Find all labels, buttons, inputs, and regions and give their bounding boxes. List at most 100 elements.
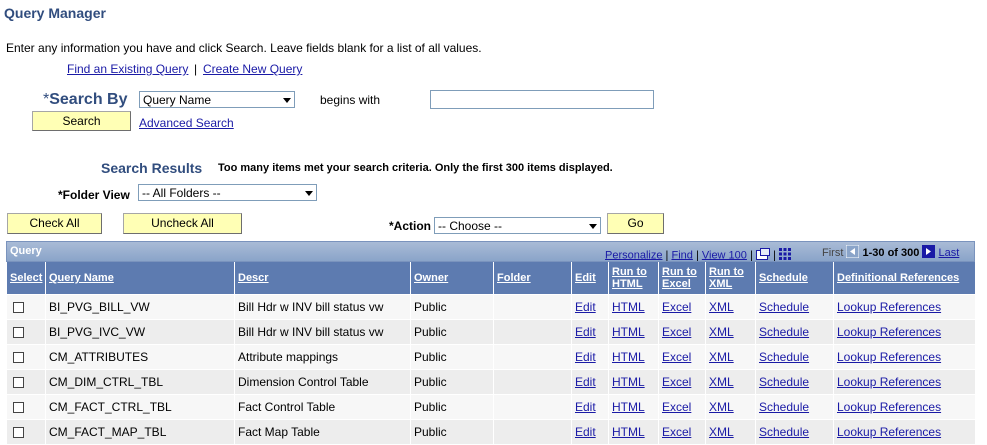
find-link[interactable]: Find	[671, 249, 692, 261]
lookup-references-link[interactable]: Lookup References	[837, 325, 941, 339]
descr-cell: Attribute mappings	[234, 344, 411, 370]
run-excel-link[interactable]: Excel	[662, 425, 691, 439]
create-new-query-link[interactable]: Create New Query	[203, 62, 302, 76]
page-title: Query Manager	[4, 5, 106, 21]
run-xml-link[interactable]: XML	[709, 350, 734, 364]
search-results-title: Search Results	[101, 160, 203, 176]
query-table: Select Query Name Descr Owner Folder Edi…	[6, 262, 976, 445]
run-html-link[interactable]: HTML	[612, 325, 645, 339]
run-xml-link[interactable]: XML	[709, 325, 734, 339]
run-html-link[interactable]: HTML	[612, 400, 645, 414]
col-schedule[interactable]: Schedule	[755, 262, 834, 295]
download-icon[interactable]	[755, 248, 770, 263]
go-button[interactable]: Go	[607, 213, 664, 234]
row-select-checkbox[interactable]	[12, 327, 24, 339]
lookup-references-link[interactable]: Lookup References	[837, 350, 941, 364]
col-owner[interactable]: Owner	[410, 262, 494, 295]
schedule-link[interactable]: Schedule	[759, 425, 809, 439]
run-html-link[interactable]: HTML	[612, 425, 645, 439]
col-descr[interactable]: Descr	[234, 262, 411, 295]
owner-cell: Public	[410, 294, 494, 320]
folder-cell	[493, 294, 572, 320]
edit-link[interactable]: Edit	[575, 425, 596, 439]
table-row: BI_PVG_IVC_VW Bill Hdr w INV bill status …	[6, 319, 976, 345]
advanced-search-link[interactable]: Advanced Search	[139, 116, 234, 130]
uncheck-all-button[interactable]: Uncheck All	[123, 213, 242, 234]
run-excel-link[interactable]: Excel	[662, 400, 691, 414]
row-select-checkbox[interactable]	[12, 402, 24, 414]
search-by-label: *Search By	[43, 91, 128, 109]
descr-cell: Dimension Control Table	[234, 369, 411, 395]
first-label: First	[822, 247, 844, 259]
schedule-link[interactable]: Schedule	[759, 350, 809, 364]
edit-link[interactable]: Edit	[575, 375, 596, 389]
run-html-link[interactable]: HTML	[612, 375, 645, 389]
edit-link[interactable]: Edit	[575, 325, 596, 339]
check-all-button[interactable]: Check All	[7, 213, 102, 234]
run-excel-link[interactable]: Excel	[662, 350, 691, 364]
col-definitional-references[interactable]: Definitional References	[833, 262, 976, 295]
schedule-link[interactable]: Schedule	[759, 375, 809, 389]
run-excel-link[interactable]: Excel	[662, 300, 691, 314]
run-xml-link[interactable]: XML	[709, 300, 734, 314]
row-select-checkbox[interactable]	[12, 427, 24, 439]
search-text-input[interactable]	[430, 90, 654, 109]
schedule-link[interactable]: Schedule	[759, 325, 809, 339]
search-button[interactable]: Search	[32, 111, 131, 131]
run-excel-link[interactable]: Excel	[662, 325, 691, 339]
edit-link[interactable]: Edit	[575, 350, 596, 364]
personalize-link[interactable]: Personalize	[605, 249, 662, 261]
page-range: 1-30 of 300	[862, 247, 920, 259]
run-excel-cell: Excel	[658, 369, 706, 395]
previous-arrow-icon[interactable]	[845, 244, 860, 261]
last-link[interactable]: Last	[939, 247, 960, 259]
row-select-checkbox[interactable]	[12, 377, 24, 389]
references-cell: Lookup References	[833, 319, 976, 345]
lookup-references-link[interactable]: Lookup References	[837, 400, 941, 414]
search-by-select[interactable]: Query Name	[139, 91, 295, 108]
run-html-cell: HTML	[608, 344, 659, 370]
folder-view-select[interactable]: -- All Folders --	[138, 184, 317, 201]
row-select-checkbox[interactable]	[12, 352, 24, 364]
run-html-link[interactable]: HTML	[612, 350, 645, 364]
run-excel-cell: Excel	[658, 419, 706, 445]
run-xml-link[interactable]: XML	[709, 425, 734, 439]
lookup-references-link[interactable]: Lookup References	[837, 425, 941, 439]
edit-cell: Edit	[571, 369, 609, 395]
run-xml-link[interactable]: XML	[709, 375, 734, 389]
query-name-cell: CM_DIM_CTRL_TBL	[45, 369, 235, 395]
schedule-cell: Schedule	[755, 344, 834, 370]
action-label: *Action	[389, 219, 431, 233]
action-select[interactable]: -- Choose --	[434, 217, 601, 234]
query-name-cell: BI_PVG_IVC_VW	[45, 319, 235, 345]
col-run-html[interactable]: Run to HTML	[608, 262, 659, 295]
search-by-text: Search By	[49, 91, 128, 108]
col-edit[interactable]: Edit	[571, 262, 609, 295]
edit-link[interactable]: Edit	[575, 300, 596, 314]
col-folder[interactable]: Folder	[493, 262, 572, 295]
nav-pipe: |	[665, 249, 669, 262]
run-excel-link[interactable]: Excel	[662, 375, 691, 389]
folder-cell	[493, 419, 572, 445]
col-run-xml[interactable]: Run to XML	[705, 262, 756, 295]
view-100-link[interactable]: View 100	[702, 249, 747, 261]
schedule-link[interactable]: Schedule	[759, 300, 809, 314]
col-select[interactable]: Select	[6, 262, 46, 295]
col-query-name[interactable]: Query Name	[45, 262, 235, 295]
find-existing-query-link[interactable]: Find an Existing Query	[67, 62, 188, 76]
next-arrow-icon[interactable]	[922, 245, 936, 261]
row-select-checkbox[interactable]	[12, 302, 24, 314]
col-run-excel[interactable]: Run to Excel	[658, 262, 706, 295]
select-cell	[6, 344, 46, 370]
nav-pipe: |	[695, 249, 699, 262]
edit-link[interactable]: Edit	[575, 400, 596, 414]
lookup-references-link[interactable]: Lookup References	[837, 375, 941, 389]
run-html-cell: HTML	[608, 294, 659, 320]
run-html-link[interactable]: HTML	[612, 300, 645, 314]
schedule-link[interactable]: Schedule	[759, 400, 809, 414]
grid-view-icon[interactable]	[778, 248, 791, 263]
table-row: CM_FACT_MAP_TBL Fact Map Table Public Edit H…	[6, 419, 976, 445]
lookup-references-link[interactable]: Lookup References	[837, 300, 941, 314]
run-xml-link[interactable]: XML	[709, 400, 734, 414]
run-xml-cell: XML	[705, 369, 756, 395]
